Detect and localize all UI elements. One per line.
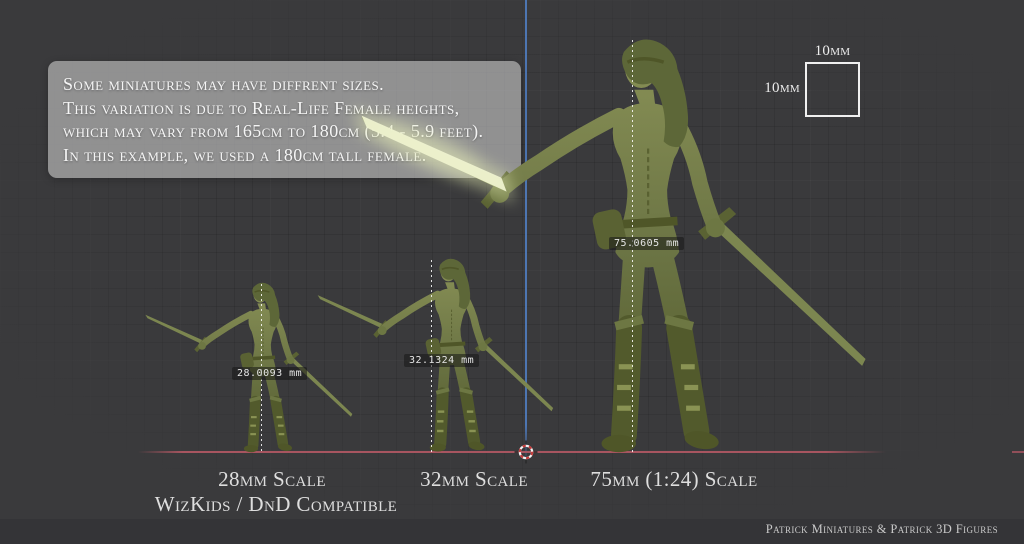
measurement-label-75mm: 75.0605 mm: [609, 237, 684, 250]
3d-cursor-icon: [514, 440, 538, 464]
viewport: Some miniatures may have diffrent sizes.…: [0, 0, 1024, 544]
measurement-label-28mm: 28.0093 mm: [232, 367, 307, 380]
scale-label-75mm: 75mm (1:24) Scale: [549, 467, 799, 492]
credit-text: Patrick Miniatures & Patrick 3D Figures: [766, 522, 998, 537]
reference-square-top-label: 10mm: [805, 43, 860, 60]
credit-bar: Patrick Miniatures & Patrick 3D Figures: [0, 519, 1024, 544]
scale-label-32mm: 32mm Scale: [374, 467, 574, 492]
x-axis-line-edge: [1012, 451, 1024, 453]
scale-label-28mm: 28mm Scale: [172, 467, 372, 492]
scale-sublabel-wizkids: WizKids / DnD Compatible: [126, 492, 426, 517]
reference-square: [805, 62, 860, 117]
glowing-blade: [362, 116, 507, 192]
reference-square-side-label: 10mm: [756, 80, 800, 97]
measurement-label-32mm: 32.1324 mm: [404, 354, 479, 367]
